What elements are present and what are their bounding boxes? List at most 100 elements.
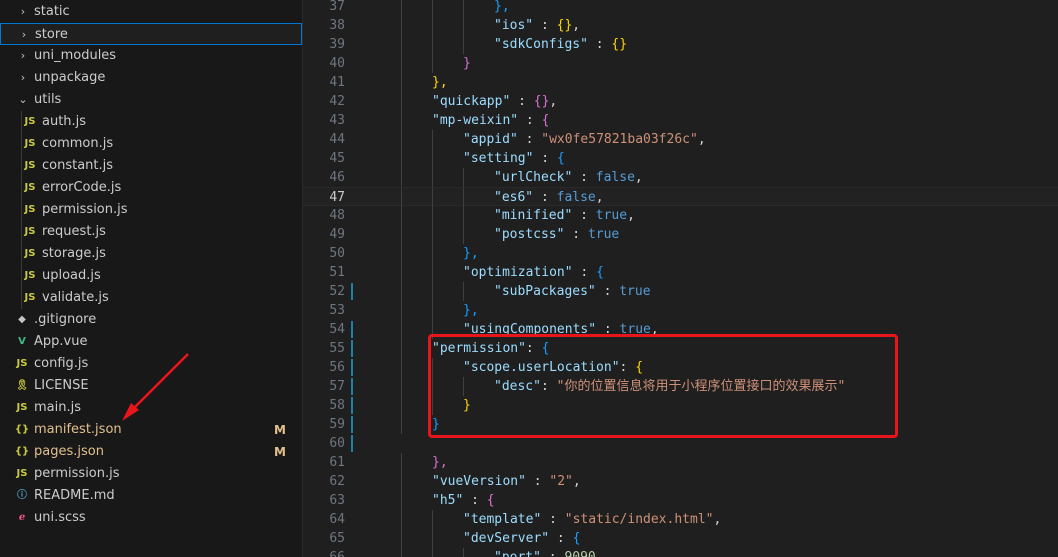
indent-guide (401, 35, 402, 54)
line-number: 57 (329, 379, 345, 394)
code-line[interactable]: 51 "optimization" : { (303, 263, 1058, 282)
javascript-file-icon: JS (24, 226, 36, 237)
code-token: : (517, 132, 542, 147)
chevron-right-icon[interactable]: › (17, 24, 31, 46)
explorer-file[interactable]: JS errorCode.js (0, 177, 302, 199)
code-line[interactable]: 39 "sdkConfigs" : {} (303, 35, 1058, 54)
javascript-file-icon: JS (24, 116, 36, 127)
chevron-right-icon[interactable]: › (16, 1, 30, 23)
tree-item-label: utils (34, 92, 62, 107)
javascript-file-icon: JS (24, 182, 36, 193)
indent-guide (463, 188, 464, 207)
explorer-file[interactable]: ◆ .gitignore (0, 309, 302, 331)
code-line[interactable]: 66 "port" : 9090, (303, 548, 1058, 557)
code-token: , (549, 94, 558, 109)
explorer-file[interactable]: JS common.js (0, 133, 302, 155)
indent-guide (401, 73, 402, 92)
tree-item-label: storage.js (42, 246, 106, 261)
code-token: "es6" (494, 190, 534, 205)
explorer-file[interactable]: JS config.js (0, 353, 302, 375)
explorer-file[interactable]: JS permission.js (0, 463, 302, 485)
explorer-folder[interactable]: › store (0, 23, 302, 45)
code-text: "es6" : false, (494, 188, 604, 207)
explorer-folder[interactable]: › unpackage (0, 67, 302, 89)
code-line[interactable]: 52 "subPackages" : true (303, 282, 1058, 301)
code-line[interactable]: 41}, (303, 73, 1058, 92)
code-line[interactable]: 45 "setting" : { (303, 149, 1058, 168)
code-line[interactable]: 62 "vueVersion" : "2", (303, 472, 1058, 491)
explorer-folder[interactable]: ⌄ utils (0, 89, 302, 111)
code-line[interactable]: 50}, (303, 244, 1058, 263)
explorer-folder[interactable]: › static (0, 1, 302, 23)
git-modified-gutter-marker (351, 340, 353, 357)
code-line[interactable]: 49 "postcss" : true (303, 225, 1058, 244)
code-token: , (697, 132, 706, 147)
code-token: : (541, 550, 564, 557)
chevron-right-icon[interactable]: › (16, 45, 30, 67)
explorer-file[interactable]: ℯ uni.scss (0, 507, 302, 529)
code-text: "minified" : true, (494, 206, 635, 225)
code-line[interactable]: 65 "devServer" : { (303, 529, 1058, 548)
tree-item-label: permission.js (34, 466, 120, 481)
code-line[interactable]: 43 "mp-weixin" : { (303, 111, 1058, 130)
explorer-file[interactable]: JS request.js (0, 221, 302, 243)
code-token: "h5" (432, 493, 464, 508)
indent-guide (401, 282, 402, 301)
code-token: }, (463, 303, 479, 318)
line-number: 49 (329, 227, 345, 242)
line-number: 40 (329, 56, 345, 71)
code-token: , (634, 170, 643, 185)
explorer-file[interactable]: JS storage.js (0, 243, 302, 265)
indent-guide (401, 453, 402, 472)
code-token: : (564, 227, 588, 242)
code-line[interactable]: 38 "ios" : {}, (303, 16, 1058, 35)
chevron-right-icon[interactable]: › (16, 67, 30, 89)
code-line[interactable]: 40} (303, 54, 1058, 73)
indent-guide (401, 377, 402, 396)
explorer-file[interactable]: ⓘ README.md (0, 485, 302, 507)
code-line[interactable]: 47 "es6" : false, (303, 187, 1058, 207)
code-text: "optimization" : { (463, 263, 604, 282)
code-token: : (533, 18, 557, 33)
indent-guide (401, 472, 402, 491)
indent-guide (432, 0, 433, 16)
line-number: 38 (329, 18, 345, 33)
code-line[interactable]: 42 "quickapp" : {}, (303, 92, 1058, 111)
explorer-file[interactable]: V App.vue (0, 331, 302, 353)
git-modified-badge: M (274, 423, 286, 437)
code-line[interactable]: 63 "h5" : { (303, 491, 1058, 510)
code-line[interactable]: 44 "appid" : "wx0fe57821ba03f26c", (303, 130, 1058, 149)
code-token: }, (494, 0, 510, 14)
tree-item-label: permission.js (42, 202, 128, 217)
code-token: , (595, 190, 604, 205)
line-number: 51 (329, 265, 345, 280)
explorer-file[interactable]: 🎗 LICENSE (0, 375, 302, 397)
indent-guide (401, 16, 402, 35)
explorer-folder[interactable]: › uni_modules (0, 45, 302, 67)
explorer-file[interactable]: JS validate.js (0, 287, 302, 309)
explorer-file[interactable]: JS auth.js (0, 111, 302, 133)
javascript-file-icon: JS (16, 468, 28, 479)
explorer-file[interactable]: JS main.js (0, 397, 302, 419)
explorer-file[interactable]: JS permission.js (0, 199, 302, 221)
tree-item-label: upload.js (42, 268, 101, 283)
code-token: : (525, 474, 550, 489)
code-line[interactable]: 37}, (303, 0, 1058, 16)
chevron-down-icon[interactable]: ⌄ (16, 89, 30, 111)
license-file-icon: 🎗 (15, 380, 29, 391)
explorer-file[interactable]: JS constant.js (0, 155, 302, 177)
code-line[interactable]: 46 "urlCheck" : false, (303, 168, 1058, 187)
explorer-file[interactable]: {} manifest.json M (0, 419, 302, 441)
indent-guide (401, 548, 402, 557)
code-line[interactable]: 61}, (303, 453, 1058, 472)
git-file-icon: ◆ (18, 314, 26, 325)
code-line[interactable]: 53}, (303, 301, 1058, 320)
tree-item-label: request.js (42, 224, 106, 239)
indent-guide (463, 225, 464, 244)
line-number: 41 (329, 75, 345, 90)
code-editor[interactable]: 37}, 38 "ios" : {}, 39 "sdkConfigs" : {} 40} 4… (303, 0, 1058, 557)
code-line[interactable]: 48 "minified" : true, (303, 206, 1058, 225)
explorer-file[interactable]: JS upload.js (0, 265, 302, 287)
explorer-file[interactable]: {} pages.json M (0, 441, 302, 463)
code-line[interactable]: 64 "template" : "static/index.html", (303, 510, 1058, 529)
